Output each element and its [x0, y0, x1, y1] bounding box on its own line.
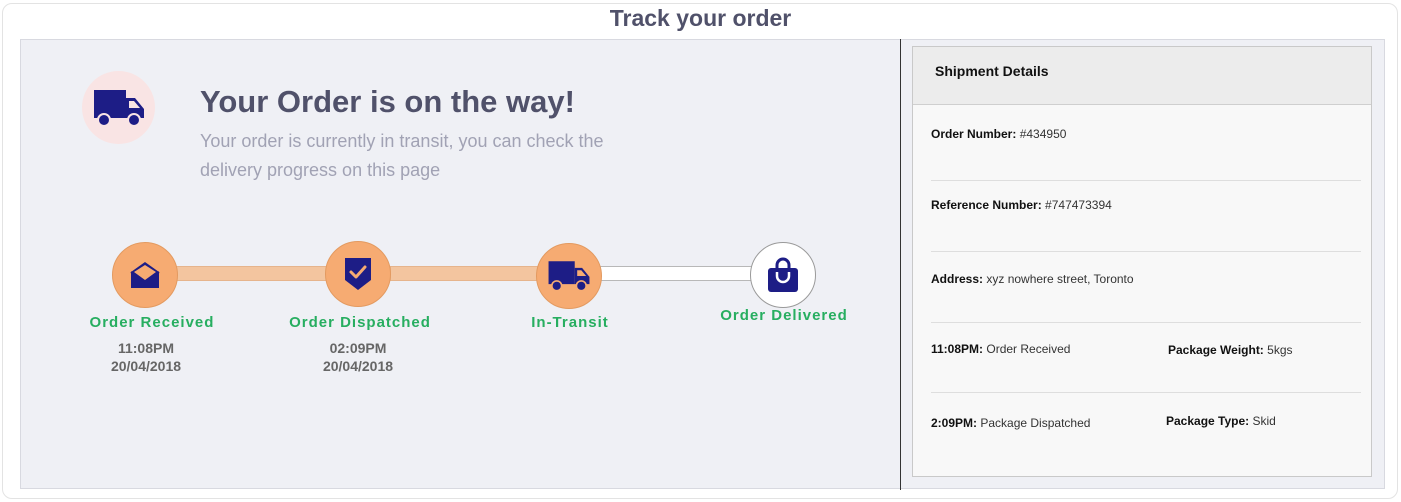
event-time: 2:09PM:: [931, 416, 978, 430]
step-label-order-received: Order Received: [89, 314, 215, 331]
shopping-bag-icon: [768, 257, 798, 292]
hero-title: Your Order is on the way!: [200, 84, 575, 119]
step-order-delivered: [750, 242, 816, 308]
event-text: Package Dispatched: [980, 416, 1091, 430]
event-text: Order Received: [986, 342, 1071, 356]
step-date-order-dispatched: 20/04/2018: [322, 358, 394, 374]
step-label-order-dispatched: Order Dispatched: [289, 314, 431, 331]
shipment-details-card: Shipment Details Order Number: #434950 R…: [912, 46, 1372, 477]
step-label-in-transit: In-Transit: [531, 314, 609, 331]
row-divider: [931, 392, 1361, 393]
event-time: 11:08PM:: [931, 342, 984, 356]
package-weight-label: Package Weight:: [1168, 343, 1264, 357]
address-row: Address: xyz nowhere street, Toronto: [931, 272, 1134, 286]
row-divider: [931, 322, 1361, 323]
address-value: xyz nowhere street, Toronto: [986, 272, 1134, 286]
order-number-label: Order Number:: [931, 127, 1017, 141]
event-package-dispatched-row: 2:09PM: Package Dispatched: [931, 416, 1090, 430]
package-type-value: Skid: [1252, 414, 1276, 428]
page-title: Track your order: [609, 5, 792, 31]
truck-icon: [548, 261, 590, 292]
hero-subtitle: Your order is currently in transit, you …: [200, 131, 604, 180]
step-label-order-delivered: Order Delivered: [720, 307, 848, 324]
package-weight-value: 5kgs: [1267, 343, 1293, 357]
shipment-details-header: Shipment Details: [913, 47, 1371, 105]
row-divider: [931, 180, 1361, 181]
step-time-order-dispatched: 02:09PM: [329, 340, 387, 356]
address-label: Address:: [931, 272, 984, 286]
reference-number-row: Reference Number: #747473394: [931, 198, 1112, 212]
truck-icon: [93, 89, 144, 127]
order-number-value: #434950: [1019, 127, 1067, 141]
package-type-row: Package Type: Skid: [1166, 414, 1276, 428]
package-type-label: Package Type:: [1166, 414, 1250, 428]
step-in-transit: [536, 243, 602, 309]
step-order-dispatched: [325, 241, 391, 307]
event-order-received-row: 11:08PM: Order Received: [931, 342, 1070, 356]
reference-number-label: Reference Number:: [931, 198, 1042, 212]
reference-number-value: #747473394: [1045, 198, 1112, 212]
progress-bar-segment-2: [390, 266, 538, 281]
step-time-order-received: 11:08PM: [117, 340, 175, 356]
envelope-icon: [130, 262, 160, 288]
hero-truck-badge: [82, 71, 155, 144]
progress-bar-segment-3: [600, 266, 753, 281]
step-date-order-received: 20/04/2018: [110, 358, 182, 374]
order-number-row: Order Number: #434950: [931, 127, 1066, 141]
progress-bar-segment-1: [176, 266, 328, 281]
shield-check-icon: [345, 258, 371, 290]
package-weight-row: Package Weight: 5kgs: [1168, 343, 1293, 357]
step-order-received: [112, 242, 178, 308]
row-divider: [931, 251, 1361, 252]
